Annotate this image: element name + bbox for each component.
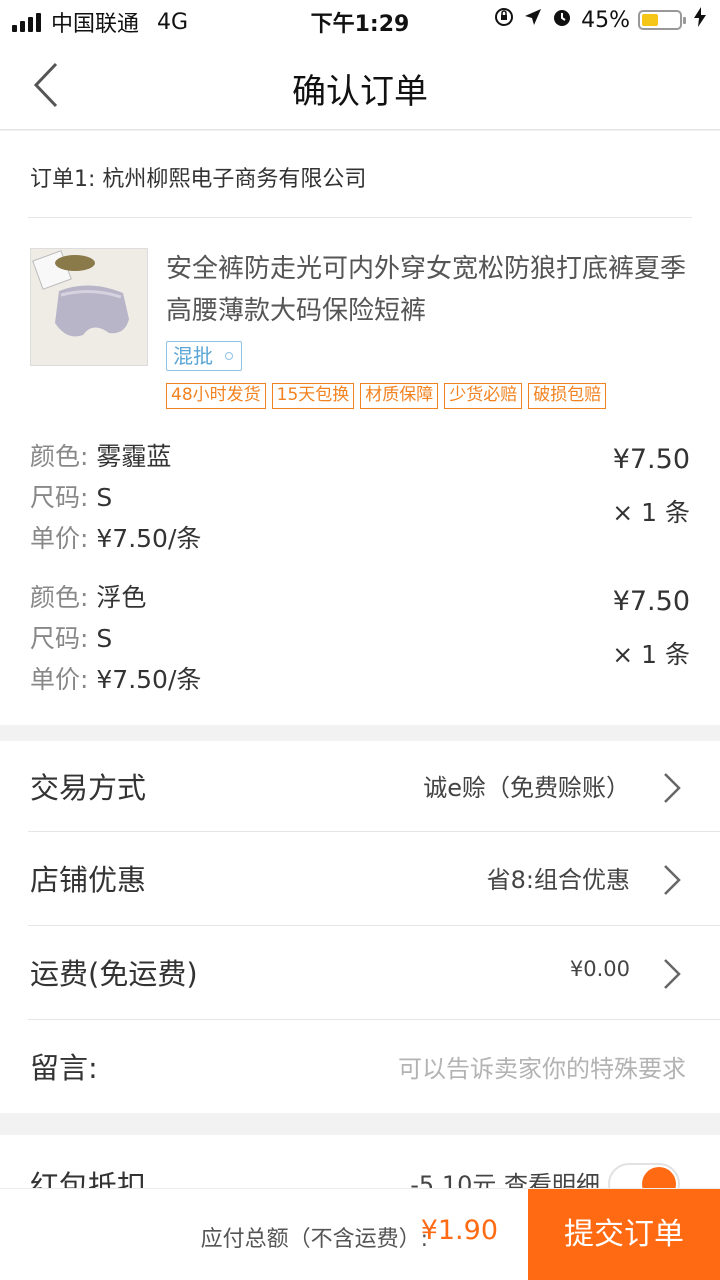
service-badge: 破损包赔 [528, 383, 607, 409]
message-row: 留言: 可以告诉卖家你的特殊要求 [0, 1021, 720, 1115]
shop-name[interactable]: 订单1: 杭州柳熙电子商务有限公司 [30, 161, 366, 193]
submit-order-button[interactable]: 提交订单 [528, 1189, 720, 1280]
alarm-icon [551, 6, 573, 34]
shipping-value: ¥0.00 [569, 957, 630, 981]
unit-price-value: ¥7.50/条 [96, 524, 202, 553]
location-icon [523, 7, 543, 33]
size-value: S [96, 624, 113, 653]
battery-percent: 45% [581, 7, 630, 33]
unit-price-value: ¥7.50/条 [96, 665, 202, 694]
service-badge: 少货必赔 [444, 383, 523, 409]
message-label: 留言: [30, 1051, 98, 1085]
orientation-lock-icon [493, 6, 515, 34]
color-label: 颜色: [30, 442, 89, 471]
sku-quantity: × 1 条 [612, 640, 690, 669]
battery-icon [638, 10, 686, 30]
product-thumbnail[interactable] [30, 248, 148, 366]
product-image [31, 249, 147, 365]
size-label: 尺码: [30, 483, 89, 512]
status-bar: 中国联通 4G 下午1:29 45% [0, 0, 720, 40]
size-label: 尺码: [30, 624, 89, 653]
options-card: 交易方式 诚e赊（免费赊账） 店铺优惠 省8:组合优惠 运费(免运费) ¥0.0… [0, 741, 720, 1113]
chevron-right-icon [664, 959, 681, 989]
trade-method-value: 诚e赊（免费赊账） [423, 774, 630, 802]
page-title: 确认订单 [292, 72, 428, 112]
product-title[interactable]: 安全裤防走光可内外穿女宽松防狼打底裤夏季高腰薄款大码保险短裤 [166, 248, 696, 332]
sku-price: ¥7.50 [612, 586, 690, 617]
color-value: 雾霾蓝 [96, 442, 172, 471]
message-input[interactable]: 可以告诉卖家你的特殊要求 [398, 1049, 686, 1084]
size-value: S [96, 483, 113, 512]
service-badge: 48小时发货 [166, 383, 266, 409]
color-label: 颜色: [30, 583, 89, 612]
color-value: 浮色 [96, 583, 147, 612]
shop-discount-label: 店铺优惠 [30, 863, 147, 897]
divider [28, 1019, 720, 1020]
bottom-bar: 应付总额（不含运费）: ¥1.90 提交订单 [0, 1188, 720, 1280]
sku-price: ¥7.50 [612, 444, 690, 475]
sku-details: 颜色: 浮色 尺码: S 单价: ¥7.50/条 [30, 577, 201, 700]
sku-quantity: × 1 条 [612, 498, 690, 527]
total-amount: ¥1.90 [420, 1215, 498, 1246]
chevron-right-icon [664, 865, 681, 895]
divider [28, 831, 720, 832]
service-badges: 48小时发货 15天包换 材质保障 少货必赔 破损包赔 [166, 383, 607, 409]
shipping-row[interactable]: 运费(免运费) ¥0.00 [0, 927, 720, 1021]
sku-details: 颜色: 雾霾蓝 尺码: S 单价: ¥7.50/条 [30, 436, 201, 559]
shop-discount-value: 省8:组合优惠 [486, 866, 630, 894]
nav-bar: 确认订单 [0, 40, 720, 130]
shipping-label: 运费(免运费) [30, 957, 198, 991]
divider [28, 925, 720, 926]
divider [28, 217, 692, 218]
chevron-right-icon [664, 773, 681, 803]
status-right: 45% [493, 6, 706, 34]
service-badge: 材质保障 [360, 383, 439, 409]
shop-discount-row[interactable]: 店铺优惠 省8:组合优惠 [0, 833, 720, 927]
trade-method-label: 交易方式 [30, 771, 147, 805]
order-card: 订单1: 杭州柳熙电子商务有限公司 安全裤防走光可内外穿女宽松防狼打底裤夏季高腰… [0, 131, 720, 725]
unit-price-label: 单价: [30, 524, 89, 553]
mix-tag: 混批 [166, 341, 242, 371]
trade-method-row[interactable]: 交易方式 诚e赊（免费赊账） [0, 741, 720, 835]
service-badge: 15天包换 [271, 383, 355, 409]
charging-icon [694, 7, 706, 33]
total-label: 应付总额（不含运费）: [200, 1227, 428, 1252]
unit-price-label: 单价: [30, 665, 89, 694]
